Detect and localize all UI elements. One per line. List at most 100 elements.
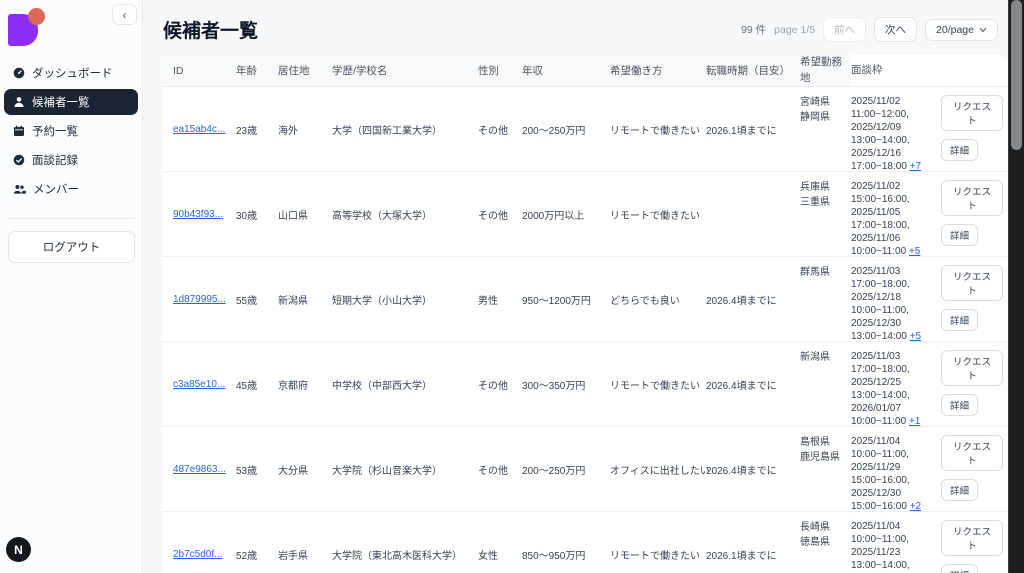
education-cell: 短期大学（小山大学） <box>332 292 478 307</box>
logout-button[interactable]: ログアウト <box>8 231 135 263</box>
actions-cell: リクエスト 詳細 <box>941 172 1008 246</box>
col-header-workstyle: 希望働き方 <box>610 55 706 86</box>
candidate-id-link[interactable]: ea15ab4c... <box>173 124 225 135</box>
sidebar-item-dashboard[interactable]: ダッシュボード <box>4 60 138 86</box>
id-cell: ea15ab4c... <box>163 124 236 135</box>
candidate-id-link[interactable]: 1d879995... <box>173 294 226 305</box>
income-cell: 850〜950万円 <box>522 547 610 562</box>
gender-cell: 女性 <box>478 547 522 562</box>
income-cell: 950〜1200万円 <box>522 292 610 307</box>
locations-cell: 宮崎県 静岡県 <box>800 87 851 125</box>
age-cell: 45歳 <box>236 377 278 392</box>
col-header-income: 年収 <box>522 55 610 86</box>
education-cell: 大学院（杉山音楽大学） <box>332 462 478 477</box>
slots-cell: 2025/11/04 10:00~11:00, 2025/11/23 13:00… <box>851 512 941 572</box>
request-button[interactable]: リクエスト <box>941 180 1003 216</box>
request-button[interactable]: リクエスト <box>941 350 1003 386</box>
residence-cell: 大分県 <box>278 462 332 477</box>
locations-cell: 新潟県 <box>800 342 851 365</box>
people-icon <box>13 183 26 195</box>
gender-cell: その他 <box>478 377 522 392</box>
table-row: 487e9863... 53歳 大分県 大学院（杉山音楽大学） その他 200〜… <box>163 427 1008 512</box>
id-cell: 1d879995... <box>163 294 236 305</box>
sidebar-item-label: 面談記録 <box>32 152 78 168</box>
request-button[interactable]: リクエスト <box>941 435 1003 471</box>
age-cell: 53歳 <box>236 462 278 477</box>
detail-button[interactable]: 詳細 <box>941 564 978 573</box>
sidebar-nav: ダッシュボード 候補者一覧 予約一覧 面談記録 <box>0 60 142 202</box>
id-cell: 2b7c5d0f... <box>163 549 236 560</box>
sidebar-item-reservations[interactable]: 予約一覧 <box>4 118 138 144</box>
page-scrollbar-track[interactable] <box>1008 0 1024 573</box>
calendar-icon <box>13 125 25 137</box>
candidate-id-link[interactable]: 90b43f93... <box>173 209 223 220</box>
table-row: 1d879995... 55歳 新潟県 短期大学（小山大学） 男性 950〜12… <box>163 257 1008 342</box>
residence-cell: 海外 <box>278 122 332 137</box>
more-slots-link[interactable]: +5 <box>909 246 920 257</box>
residence-cell: 新潟県 <box>278 292 332 307</box>
sidebar-item-candidates[interactable]: 候補者一覧 <box>4 89 138 115</box>
page-header: 候補者一覧 99 件 page 1/5 前へ 次へ 20/page <box>143 0 1008 55</box>
request-button[interactable]: リクエスト <box>941 265 1003 301</box>
slots-cell: 2025/11/03 17:00~18:00, 2025/12/18 10:00… <box>851 257 941 343</box>
slot-times: 2025/11/04 10:00~11:00, 2025/11/29 15:00… <box>851 436 910 512</box>
col-header-residence: 居住地 <box>278 55 332 86</box>
slot-times: 2025/11/02 11:00~12:00, 2025/12/09 13:00… <box>851 96 910 172</box>
detail-button[interactable]: 詳細 <box>941 394 978 416</box>
detail-button[interactable]: 詳細 <box>941 224 978 246</box>
page-title: 候補者一覧 <box>163 16 258 43</box>
gender-cell: その他 <box>478 122 522 137</box>
more-slots-link[interactable]: +7 <box>910 161 921 172</box>
page-scrollbar-thumb[interactable] <box>1011 0 1022 150</box>
sidebar-item-interview-records[interactable]: 面談記録 <box>4 147 138 173</box>
sidebar-item-label: ダッシュボード <box>32 65 113 81</box>
candidate-id-link[interactable]: 487e9863... <box>173 464 226 475</box>
education-cell: 中学校（中部西大学） <box>332 377 478 392</box>
more-slots-link[interactable]: +5 <box>910 331 921 342</box>
more-slots-link[interactable]: +1 <box>909 416 920 427</box>
actions-cell: リクエスト 詳細 <box>941 87 1008 161</box>
check-circle-icon <box>13 154 25 166</box>
col-header-gender: 性別 <box>478 55 522 86</box>
detail-button[interactable]: 詳細 <box>941 139 978 161</box>
age-cell: 55歳 <box>236 292 278 307</box>
candidate-id-link[interactable]: 2b7c5d0f... <box>173 549 222 560</box>
pagination: 99 件 page 1/5 前へ 次へ 20/page <box>741 17 998 42</box>
id-cell: 487e9863... <box>163 464 236 475</box>
prev-page-button[interactable]: 前へ <box>823 17 866 42</box>
locations-cell: 長崎県 徳島県 <box>800 512 851 550</box>
n-dev-badge[interactable]: N <box>6 537 31 562</box>
actions-cell: リクエスト 詳細 <box>941 342 1008 416</box>
per-page-select[interactable]: 20/page <box>925 19 998 41</box>
dashboard-icon <box>13 67 25 79</box>
table-row: ea15ab4c... 23歳 海外 大学（四国新工業大学） その他 200〜2… <box>163 87 1008 172</box>
candidate-id-link[interactable]: c3a85e10... <box>173 379 225 390</box>
request-button[interactable]: リクエスト <box>941 520 1003 556</box>
residence-cell: 岩手県 <box>278 547 332 562</box>
actions-cell: リクエスト 詳細 <box>941 257 1008 331</box>
slot-times: 2025/11/02 15:00~16:00, 2025/11/05 17:00… <box>851 181 910 257</box>
residence-cell: 京都府 <box>278 377 332 392</box>
slots-cell: 2025/11/03 17:00~18:00, 2025/12/25 13:00… <box>851 342 941 428</box>
next-page-button[interactable]: 次へ <box>874 17 917 42</box>
detail-button[interactable]: 詳細 <box>941 479 978 501</box>
gender-cell: その他 <box>478 207 522 222</box>
gender-cell: 男性 <box>478 292 522 307</box>
slot-times: 2025/11/04 10:00~11:00, 2025/11/23 13:00… <box>851 521 910 571</box>
timing-cell: 2026.4頃までに <box>706 292 800 307</box>
request-button[interactable]: リクエスト <box>941 95 1003 131</box>
gender-cell: その他 <box>478 462 522 477</box>
more-slots-link[interactable]: +2 <box>910 501 921 512</box>
detail-button[interactable]: 詳細 <box>941 309 978 331</box>
main-content: 候補者一覧 99 件 page 1/5 前へ 次へ 20/page ID 年齢 … <box>143 0 1008 573</box>
col-header-education: 学歴/学校名 <box>332 55 478 86</box>
table-body: ea15ab4c... 23歳 海外 大学（四国新工業大学） その他 200〜2… <box>163 87 1008 573</box>
sidebar-collapse-button[interactable]: ‹ <box>112 4 137 25</box>
col-header-locations: 希望勤務地 <box>800 55 851 86</box>
id-cell: c3a85e10... <box>163 379 236 390</box>
id-cell: 90b43f93... <box>163 209 236 220</box>
page-indicator: page 1/5 <box>774 24 815 36</box>
income-cell: 200〜250万円 <box>522 462 610 477</box>
timing-cell: 2026.4頃までに <box>706 462 800 477</box>
sidebar-item-members[interactable]: メンバー <box>4 176 138 202</box>
